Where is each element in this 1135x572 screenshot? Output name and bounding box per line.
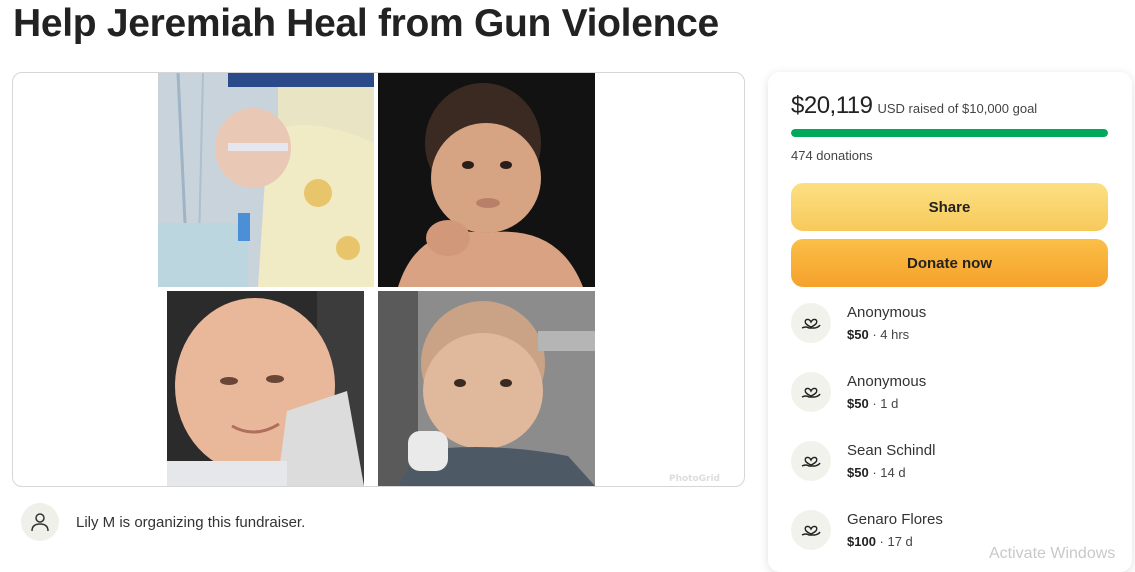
photogrid-watermark: PhotoGrid xyxy=(668,474,720,484)
photo-baby-smiling xyxy=(167,291,364,486)
heart-hand-icon xyxy=(791,372,831,412)
donor-name: Anonymous xyxy=(847,304,927,321)
donor-amount: $50 xyxy=(847,327,869,342)
donor-name: Anonymous xyxy=(847,373,927,390)
organizer-text: Lily M is organizing this fundraiser. xyxy=(76,513,306,531)
progress-bar xyxy=(791,129,1108,137)
page-title: Help Jeremiah Heal from Gun Violence xyxy=(13,2,719,45)
photo-gallery[interactable]: PhotoGrid xyxy=(12,72,745,487)
organizer-row: Lily M is organizing this fundraiser. xyxy=(21,503,305,541)
share-button[interactable]: Share xyxy=(791,183,1108,231)
donate-button[interactable]: Donate now xyxy=(791,239,1108,287)
progress-fill xyxy=(791,129,1108,137)
donor-time: · 4 hrs xyxy=(868,327,910,342)
heart-hand-icon xyxy=(791,441,831,481)
photo-baby-carseat xyxy=(378,291,595,486)
donation-count: 474 donations xyxy=(791,148,873,163)
donation-panel: $20,119 USD raised of $10,000 goal 474 d… xyxy=(768,72,1132,572)
photo-hospital-baby xyxy=(158,73,374,287)
heart-hand-icon xyxy=(791,303,831,343)
donor-amount: $50 xyxy=(847,396,869,411)
raised-goal-label: USD raised of $10,000 goal xyxy=(877,101,1038,116)
donor-time: · 14 d xyxy=(868,465,906,480)
donor-item: Anonymous $50 · 4 hrs xyxy=(791,303,926,343)
donor-item: Sean Schindl $50 · 14 d xyxy=(791,441,935,481)
activate-windows-watermark: Activate Windows xyxy=(989,545,1116,562)
donor-amount: $50 xyxy=(847,465,869,480)
donor-name: Genaro Flores xyxy=(847,511,943,528)
photo-baby-portrait xyxy=(378,73,595,287)
donor-time: · 1 d xyxy=(868,396,899,411)
user-icon xyxy=(21,503,59,541)
donor-amount: $100 xyxy=(847,534,876,549)
donor-item: Anonymous $50 · 1 d xyxy=(791,372,926,412)
raised-summary: $20,119 USD raised of $10,000 goal xyxy=(791,92,1037,120)
heart-hand-icon xyxy=(791,510,831,550)
donor-name: Sean Schindl xyxy=(847,442,936,459)
donor-time: · 17 d xyxy=(875,534,913,549)
donor-item: Genaro Flores $100 · 17 d xyxy=(791,510,943,550)
raised-amount: $20,119 xyxy=(791,92,873,119)
